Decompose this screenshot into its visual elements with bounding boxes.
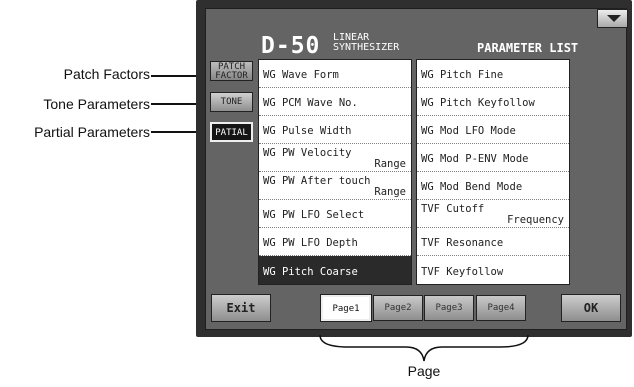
param-label: WG PW LFO Depth [263,237,358,249]
ok-button[interactable]: OK [561,294,621,322]
param-label: WG Pulse Width [263,125,352,137]
param-label: WG Mod Bend Mode [421,181,523,193]
chevron-down-icon [607,15,621,22]
param-label: WG PW LFO Select [263,209,365,221]
param-cell[interactable]: WG Pulse Width [259,116,411,144]
screen-title: PARAMETER LIST [477,41,579,55]
callout-tone-parameters: Tone Parameters [43,96,150,112]
param-cell[interactable]: WG Mod Bend Mode [417,172,569,200]
param-label: TVF Keyfollow [421,266,504,278]
param-label: WG PCM Wave No. [263,97,358,109]
param-label: TVF Resonance [421,237,504,249]
param-label-line2: Range [374,186,406,198]
param-cell[interactable]: WG Pitch Keyfollow [417,88,569,116]
exit-button[interactable]: Exit [211,294,271,322]
param-label: WG Pitch Keyfollow [421,97,535,109]
param-list-left: WG Wave Form WG PCM Wave No. WG Pulse Widt… [258,59,412,285]
param-label: WG Pitch Coarse [263,266,358,278]
param-cell[interactable]: WG PW Velocity Range [259,144,411,172]
param-cell[interactable]: WG Mod P-ENV Mode [417,144,569,172]
param-label: WG Mod LFO Mode [421,125,516,137]
param-label: WG Wave Form [263,69,339,81]
param-cell[interactable]: WG PW After touch Range [259,172,411,200]
tab-patch-factor[interactable]: PATCH FACTOR [210,61,253,81]
param-label: WG PW Velocity [263,147,352,159]
param-cell[interactable]: WG PW LFO Select [259,200,411,228]
param-label: WG Pitch Fine [421,69,504,81]
d50-logo: D-50 [261,33,321,59]
param-cell[interactable]: WG Pitch Fine [417,60,569,88]
callout-page: Page [407,363,441,379]
param-label-line2: Range [374,158,406,170]
param-label: WG Mod P-ENV Mode [421,153,529,165]
param-cell[interactable]: WG PCM Wave No. [259,88,411,116]
param-cell[interactable]: TVF Keyfollow [417,256,569,284]
param-cell[interactable]: WG Mod LFO Mode [417,116,569,144]
tab-patch-factor-line2: FACTOR [215,71,248,81]
page-button-2[interactable]: Page2 [373,295,423,321]
param-label: TVF Cutoff [421,203,485,215]
tab-partial[interactable]: PATIAL [210,122,253,142]
param-label-line2: Frequency [507,214,564,226]
logo-subtitle: LINEAR SYNTHESIZER [333,33,463,53]
page-brace [319,334,529,362]
page-button-3[interactable]: Page3 [424,295,474,321]
logo-subtitle-line2: SYNTHESIZER [333,42,400,53]
callout-patch-factors: Patch Factors [63,66,150,82]
param-list-right: WG Pitch Fine WG Pitch Keyfollow WG Mod LF… [416,59,570,285]
lcd-screen: D-50 LINEAR SYNTHESIZER PARAMETER LIST P… [205,8,628,330]
param-label: WG PW After touch [263,175,371,187]
tab-tone[interactable]: TONE [210,92,253,112]
page-button-1[interactable]: Page1 [321,295,371,321]
pulldown-button[interactable] [597,9,628,28]
param-cell[interactable]: WG PW LFO Depth [259,228,411,256]
param-cell[interactable]: TVF Cutoff Frequency [417,200,569,228]
param-cell[interactable]: WG Wave Form [259,60,411,88]
page-button-4[interactable]: Page4 [476,295,526,321]
param-cell[interactable]: WG Pitch Coarse [259,256,411,284]
callout-partial-parameters: Partial Parameters [34,124,150,140]
param-cell[interactable]: TVF Resonance [417,228,569,256]
